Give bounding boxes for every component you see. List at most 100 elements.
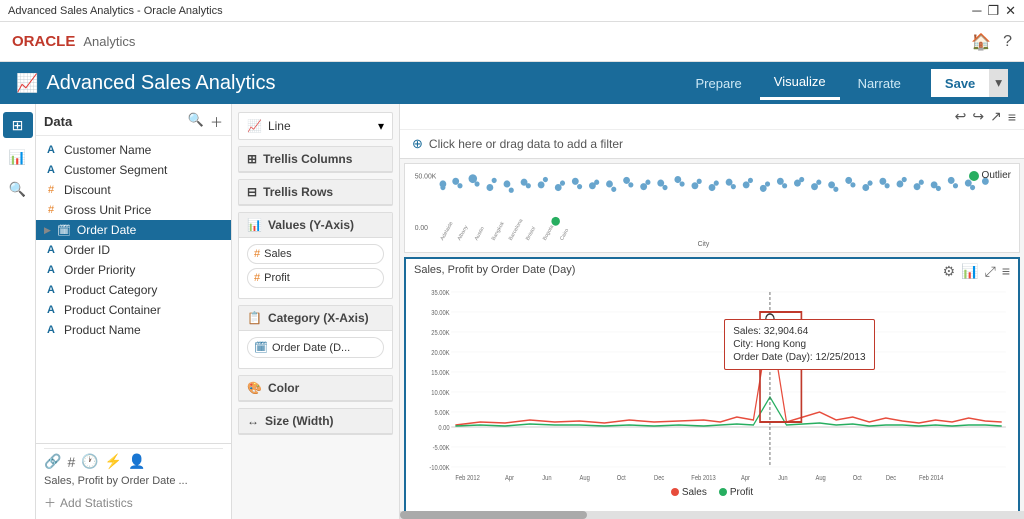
data-search-icon[interactable]: 🔍	[188, 112, 204, 131]
minimize-btn[interactable]: ─	[972, 3, 981, 19]
data-item-discount[interactable]: # Discount	[36, 180, 231, 200]
prepare-btn[interactable]: Prepare	[682, 68, 756, 99]
bottom-scrollbar[interactable]	[400, 511, 1024, 519]
hash-icon[interactable]: #	[67, 454, 75, 470]
filter-label: Click here or drag data to add a filter	[429, 137, 623, 151]
svg-text:Bristol: Bristol	[525, 226, 537, 242]
icon-sidebar: ⊞ 📊 🔍	[0, 104, 36, 519]
svg-text:5.00K: 5.00K	[434, 409, 450, 417]
clock-icon[interactable]: 🕐	[81, 453, 98, 470]
svg-text:Apr: Apr	[505, 474, 515, 481]
svg-text:-5.00K: -5.00K	[433, 444, 451, 452]
profit-chip[interactable]: # Profit	[247, 268, 384, 288]
svg-text:Jun: Jun	[778, 474, 788, 481]
save-button[interactable]: Save	[931, 69, 989, 97]
trellis-rows-header[interactable]: ⊟ Trellis Rows	[239, 180, 392, 205]
data-add-icon[interactable]: ＋	[210, 112, 223, 131]
legend-profit-dot	[719, 488, 727, 496]
nav-title-area: 📈 Advanced Sales Analytics	[16, 72, 682, 95]
svg-text:City: City	[698, 241, 710, 248]
save-dropdown-btn[interactable]: ▾	[989, 69, 1008, 97]
svg-text:Apr: Apr	[741, 474, 751, 481]
add-stat-label: Add Statistics	[60, 496, 133, 510]
chart-type-selector[interactable]: 📈 Line ▾	[238, 112, 393, 140]
window-controls[interactable]: ─ ❐ ✕	[972, 3, 1016, 19]
category-header[interactable]: 📋 Category (X-Axis)	[239, 306, 392, 331]
window-title: Advanced Sales Analytics - Oracle Analyt…	[8, 5, 223, 17]
svg-text:Dec: Dec	[886, 474, 897, 481]
svg-text:Feb 2012: Feb 2012	[455, 474, 480, 481]
save-btn-group: Save ▾	[931, 69, 1008, 97]
profit-chip-icon: #	[254, 272, 260, 284]
oracle-analytics-label: Analytics	[83, 34, 135, 49]
data-item-product-category[interactable]: A Product Category	[36, 280, 231, 300]
svg-text:Bogota: Bogota	[542, 224, 555, 242]
scrollbar-thumb[interactable]	[400, 511, 587, 519]
svg-text:30.00K: 30.00K	[431, 309, 450, 317]
legend-sales-label: Sales	[682, 487, 707, 498]
link-icon[interactable]: 🔗	[44, 453, 61, 470]
sidebar-search-icon[interactable]: 🔍	[3, 176, 33, 202]
data-item-order-id[interactable]: A Order ID	[36, 240, 231, 260]
item-label: Product Name	[64, 323, 141, 337]
menu-icon[interactable]: ≡	[1008, 109, 1016, 125]
close-btn[interactable]: ✕	[1005, 3, 1016, 19]
data-item-order-date[interactable]: ▶ 🗓 Order Date	[36, 220, 231, 240]
data-item-product-name[interactable]: A Product Name	[36, 320, 231, 340]
narrate-btn[interactable]: Narrate	[844, 68, 915, 99]
help-icon[interactable]: ?	[1003, 33, 1012, 51]
svg-text:50.00K: 50.00K	[415, 174, 437, 181]
item-type-icon: 🗓	[57, 224, 71, 237]
title-bar: Advanced Sales Analytics - Oracle Analyt…	[0, 0, 1024, 22]
trellis-cols-header[interactable]: ⊞ Trellis Columns	[239, 147, 392, 172]
category-body: 🗓 Order Date (D...	[239, 331, 392, 368]
values-label: Values (Y-Axis)	[268, 218, 354, 232]
home-icon[interactable]: 🏠	[971, 32, 991, 52]
profit-chip-label: Profit	[264, 272, 290, 284]
data-item-customer-segment[interactable]: A Customer Segment	[36, 160, 231, 180]
category-label: Category (X-Axis)	[268, 311, 369, 325]
data-item-product-container[interactable]: A Product Container	[36, 300, 231, 320]
config-section-values: 📊 Values (Y-Axis) # Sales # Profit	[238, 212, 393, 299]
order-date-chip-icon: 🗓	[254, 341, 268, 354]
oracle-logo: ORACLE Analytics	[12, 33, 135, 50]
chart-header: Sales, Profit by Order Date (Day) ⚙ 📊 ⤢ …	[414, 263, 1010, 280]
chart-type-dropdown-icon[interactable]: ▾	[378, 119, 384, 133]
item-type-icon: A	[44, 144, 58, 156]
data-item-gross-unit-price[interactable]: # Gross Unit Price	[36, 200, 231, 220]
filter-bar[interactable]: ⊕ Click here or drag data to add a filte…	[400, 130, 1024, 159]
outlier-legend: Outlier	[969, 170, 1011, 181]
svg-text:10.00K: 10.00K	[431, 389, 450, 397]
charts-area: Outlier 50.00K 0.00	[400, 159, 1024, 511]
person-icon[interactable]: 👤	[128, 453, 145, 470]
trellis-cols-icon: ⊞	[247, 152, 257, 166]
sidebar-data-icon[interactable]: ⊞	[3, 112, 33, 138]
visualize-btn[interactable]: Visualize	[760, 66, 840, 100]
redo-icon[interactable]: ↪	[972, 108, 984, 125]
chart-menu-icon[interactable]: ≡	[1002, 263, 1010, 279]
filter-icon[interactable]: ⚡	[105, 453, 122, 470]
sales-chip[interactable]: # Sales	[247, 244, 384, 264]
legend-profit-label: Profit	[730, 487, 753, 498]
undo-icon[interactable]: ↩	[955, 108, 967, 125]
chart-expand-icon[interactable]: ⤢	[985, 263, 996, 280]
add-statistics[interactable]: ＋ Add Statistics	[44, 490, 223, 515]
config-section-trellis-rows: ⊟ Trellis Rows	[238, 179, 393, 206]
color-header[interactable]: 🎨 Color	[239, 376, 392, 401]
viz-label[interactable]: Sales, Profit by Order Date ...	[44, 472, 223, 490]
svg-text:Feb 2014: Feb 2014	[919, 474, 944, 481]
share-icon[interactable]: ↗	[990, 108, 1002, 125]
data-item-customer-name[interactable]: A Customer Name	[36, 140, 231, 160]
data-item-order-priority[interactable]: A Order Priority	[36, 260, 231, 280]
chart-settings-icon[interactable]: ⚙	[943, 263, 956, 280]
trellis-rows-label: Trellis Rows	[263, 185, 333, 199]
chart-bar-icon[interactable]: 📊	[961, 263, 978, 280]
size-header[interactable]: ↔ Size (Width)	[239, 409, 392, 434]
values-header[interactable]: 📊 Values (Y-Axis)	[239, 213, 392, 238]
sidebar-viz-icon[interactable]: 📊	[3, 144, 33, 170]
trellis-cols-label: Trellis Columns	[263, 152, 352, 166]
item-type-icon: A	[44, 264, 58, 276]
order-date-chip[interactable]: 🗓 Order Date (D...	[247, 337, 384, 358]
maximize-btn[interactable]: ❐	[987, 3, 999, 19]
nav-title-icon: 📈	[16, 73, 38, 94]
